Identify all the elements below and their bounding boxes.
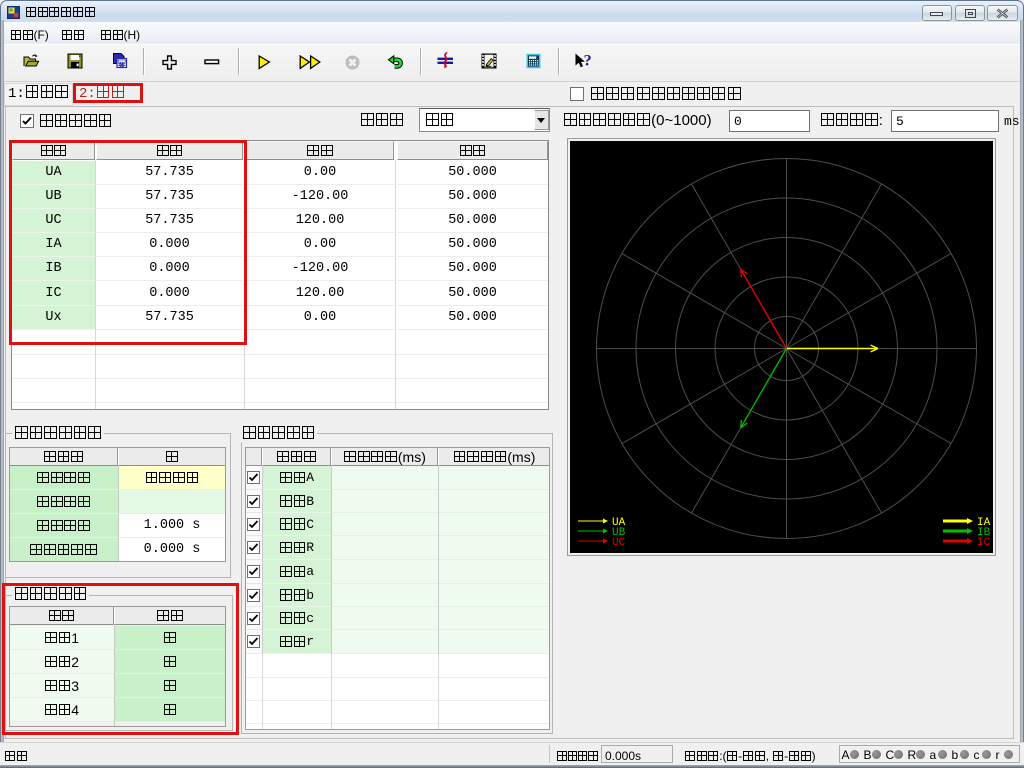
svg-text:w: w xyxy=(118,62,125,69)
svg-text:IC: IC xyxy=(977,537,991,549)
svg-text:UC: UC xyxy=(612,537,626,549)
svg-text:?: ? xyxy=(584,53,592,70)
